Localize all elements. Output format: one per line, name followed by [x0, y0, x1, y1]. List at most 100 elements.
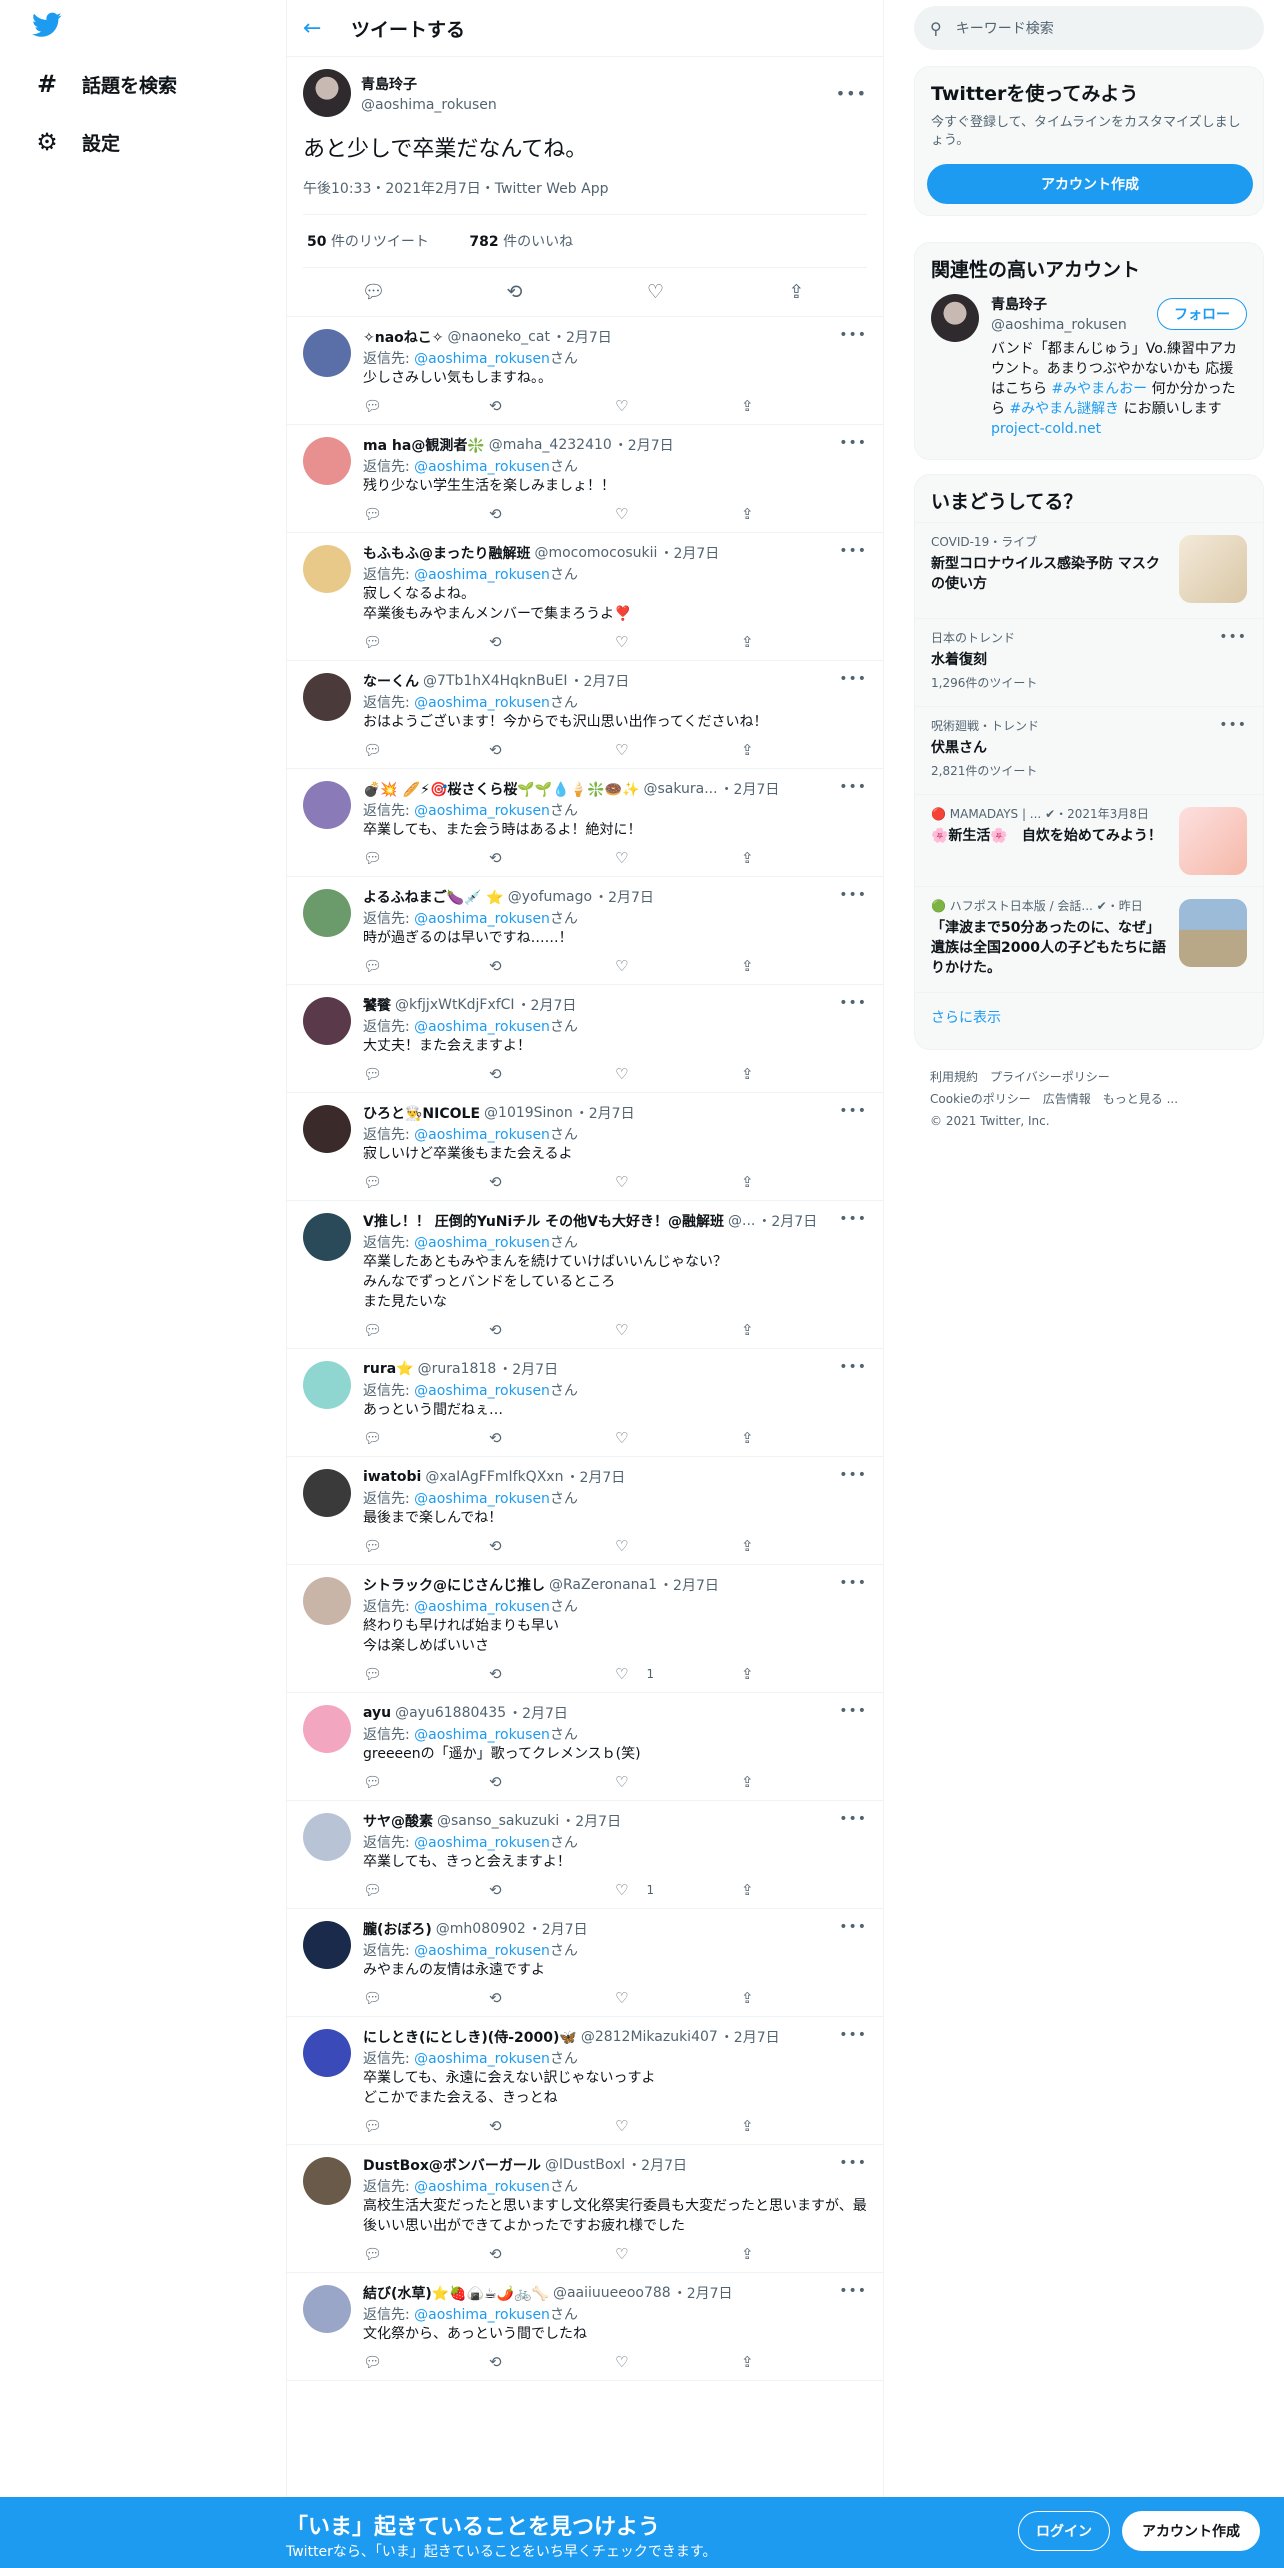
reply-tweet[interactable]: ••• よるふねまご🍆💉 ⭐ @yofumago ・2月7日 返信先: @aoshima…: [287, 877, 883, 985]
reply-author-handle[interactable]: @naoneko_cat: [448, 329, 550, 345]
avatar[interactable]: [303, 1468, 351, 1517]
reply-tweet[interactable]: ••• ひろと👨‍🍳NICOLE @1019Sinon ・2月7日 返信先: @aosh…: [287, 1093, 883, 1201]
terms-link[interactable]: 利用規約: [930, 1070, 978, 1084]
reply-icon[interactable]: 💬︎: [363, 397, 489, 415]
reply-time[interactable]: ・2月7日: [508, 1703, 568, 1723]
avatar[interactable]: [303, 888, 351, 937]
reply-author-handle[interactable]: @xaIAgFFmIfkQXxn: [425, 1469, 563, 1485]
reply-tweet[interactable]: ••• V推し！！ 圧倒的YuNiチル その他Vも大好き！@融解班 @... ・2月7…: [287, 1201, 883, 1349]
reply-author-handle[interactable]: @2812Mikazuki407: [581, 2029, 718, 2045]
retweet-icon[interactable]: ⟲: [489, 1881, 615, 1899]
avatar[interactable]: [303, 672, 351, 721]
more-options-icon[interactable]: •••: [839, 1103, 867, 1119]
trend-item[interactable]: 呪術廻戦・トレンド 伏黒さん 2,821件のツイート •••: [915, 706, 1263, 794]
reply-author-handle[interactable]: @RaZeronana1: [549, 1577, 657, 1593]
share-icon[interactable]: ⇪: [741, 1321, 867, 1339]
share-icon[interactable]: ⇪: [767, 281, 827, 303]
mention-link[interactable]: @aoshima_rokusen: [414, 1727, 550, 1743]
like-icon[interactable]: ♡: [615, 1989, 741, 2007]
share-icon[interactable]: ⇪: [741, 1429, 867, 1447]
reply-tweet[interactable]: ••• 饕餮 @kfjjxWtKdjFxfCI ・2月7日 返信先: @aoshima_…: [287, 985, 883, 1093]
show-more-link[interactable]: さらに表示: [915, 992, 1263, 1041]
reply-tweet[interactable]: ••• シトラック@にじさんじ推し @RaZeronana1 ・2月7日 返信先: @a…: [287, 1565, 883, 1693]
reply-author-handle[interactable]: @rura1818: [418, 1361, 497, 1377]
mention-link[interactable]: @aoshima_rokusen: [414, 459, 550, 475]
trend-item[interactable]: 🟢 ハフポスト日本版 / 会話... ✔・昨日 「津波まで50分あったのに、なぜ…: [915, 886, 1263, 992]
like-icon[interactable]: ♡: [615, 397, 741, 415]
reply-tweet[interactable]: ••• もふもふ@まったり融解班 @mocomocosukii ・2月7日 返信先: @…: [287, 533, 883, 661]
signup-button[interactable]: アカウント作成: [1122, 2511, 1260, 2551]
avatar[interactable]: [303, 436, 351, 485]
avatar[interactable]: [303, 69, 351, 117]
more-options-icon[interactable]: •••: [839, 2155, 867, 2171]
like-icon[interactable]: ♡: [615, 633, 741, 651]
avatar[interactable]: [303, 2156, 351, 2205]
reply-time[interactable]: ・2月7日: [565, 1467, 625, 1487]
reply-icon[interactable]: 💬︎: [363, 505, 489, 523]
mention-link[interactable]: @aoshima_rokusen: [414, 1383, 550, 1399]
mention-link[interactable]: @aoshima_rokusen: [414, 2307, 550, 2323]
reply-author-name[interactable]: サヤ@酸素: [363, 1811, 433, 1831]
reply-author-handle[interactable]: @aaiiuueeoo788: [553, 2285, 671, 2301]
author-handle[interactable]: @aoshima_rokusen: [361, 97, 836, 113]
reply-time[interactable]: ・2月7日: [614, 435, 674, 455]
retweet-icon[interactable]: ⟲: [489, 849, 615, 867]
reply-author-handle[interactable]: @sanso_sakuzuki: [437, 1813, 559, 1829]
reply-author-name[interactable]: iwatobi: [363, 1469, 421, 1485]
more-options-icon[interactable]: •••: [839, 779, 867, 795]
avatar[interactable]: [303, 996, 351, 1045]
follow-button[interactable]: フォロー: [1157, 298, 1247, 330]
search-input[interactable]: キーワード検索: [956, 18, 1054, 38]
avatar[interactable]: [303, 1704, 351, 1753]
mention-link[interactable]: @aoshima_rokusen: [414, 1599, 550, 1615]
reply-time[interactable]: ・2月7日: [575, 1103, 635, 1123]
privacy-link[interactable]: プライバシーポリシー: [990, 1070, 1110, 1084]
reply-time[interactable]: ・2月7日: [673, 2283, 733, 2303]
reply-author-handle[interactable]: @mh080902: [436, 1921, 526, 1937]
retweet-icon[interactable]: ⟲: [489, 957, 615, 975]
reply-time[interactable]: ・2月7日: [720, 779, 780, 799]
reply-time[interactable]: ・2月7日: [627, 2155, 687, 2175]
reply-author-name[interactable]: 朧(おぼろ): [363, 1919, 432, 1939]
reply-icon[interactable]: 💬︎: [363, 1173, 489, 1191]
back-arrow-icon[interactable]: ←: [303, 16, 331, 41]
more-options-icon[interactable]: •••: [839, 2283, 867, 2299]
reply-tweet[interactable]: ••• なーくん @7Tb1hX4HqknBuEI ・2月7日 返信先: @aoshim…: [287, 661, 883, 769]
like-icon[interactable]: ♡: [615, 1065, 741, 1083]
mention-link[interactable]: @aoshima_rokusen: [414, 2051, 550, 2067]
reply-author-name[interactable]: ayu: [363, 1705, 391, 1721]
share-icon[interactable]: ⇪: [741, 1665, 867, 1683]
reply-tweet[interactable]: ••• ma ha@観測者❇️ @maha_4232410 ・2月7日 返信先: @ao…: [287, 425, 883, 533]
reply-author-handle[interactable]: @ayu61880435: [395, 1705, 506, 1721]
more-options-icon[interactable]: •••: [839, 1211, 867, 1227]
reply-time[interactable]: ・2月7日: [659, 543, 719, 563]
reply-tweet[interactable]: ••• ayu @ayu61880435 ・2月7日 返信先: @aoshima_rok…: [287, 1693, 883, 1801]
reply-tweet[interactable]: ••• ✧naoねこ✧ @naoneko_cat ・2月7日 返信先: @aoshima…: [287, 317, 883, 425]
mention-link[interactable]: @aoshima_rokusen: [414, 803, 550, 819]
nav-settings[interactable]: ⚙ 設定: [34, 122, 120, 162]
more-options-icon[interactable]: •••: [839, 327, 867, 343]
tweet-meta[interactable]: 午後10:33・2021年2月7日・Twitter Web App: [303, 178, 867, 215]
more-options-icon[interactable]: •••: [839, 1359, 867, 1375]
reply-author-handle[interactable]: @lDustBoxl: [545, 2157, 625, 2173]
avatar[interactable]: [303, 1812, 351, 1861]
like-icon[interactable]: ♡: [615, 741, 741, 759]
retweet-icon[interactable]: ⟲: [489, 1429, 615, 1447]
reply-time[interactable]: ・2月7日: [720, 2027, 780, 2047]
mention-link[interactable]: @aoshima_rokusen: [414, 1127, 550, 1143]
avatar[interactable]: [303, 1576, 351, 1625]
retweet-icon[interactable]: ⟲: [489, 741, 615, 759]
likes-stat[interactable]: 782 件のいいね: [469, 234, 591, 250]
reply-tweet[interactable]: ••• iwatobi @xaIAgFFmIfkQXxn ・2月7日 返信先: @aos…: [287, 1457, 883, 1565]
avatar[interactable]: [303, 1212, 351, 1261]
hashtag-link[interactable]: #みやまん謎解き: [1009, 401, 1119, 417]
reply-author-handle[interactable]: @sakura...: [643, 781, 717, 797]
reply-author-handle[interactable]: @1019Sinon: [484, 1105, 573, 1121]
reply-author-name[interactable]: なーくん: [363, 671, 419, 691]
more-options-icon[interactable]: •••: [1219, 717, 1247, 733]
signup-button[interactable]: アカウント作成: [927, 164, 1253, 204]
mention-link[interactable]: @aoshima_rokusen: [414, 911, 550, 927]
reply-tweet[interactable]: ••• サヤ@酸素 @sanso_sakuzuki ・2月7日 返信先: @aoshim…: [287, 1801, 883, 1909]
share-icon[interactable]: ⇪: [741, 741, 867, 759]
share-icon[interactable]: ⇪: [741, 1881, 867, 1899]
